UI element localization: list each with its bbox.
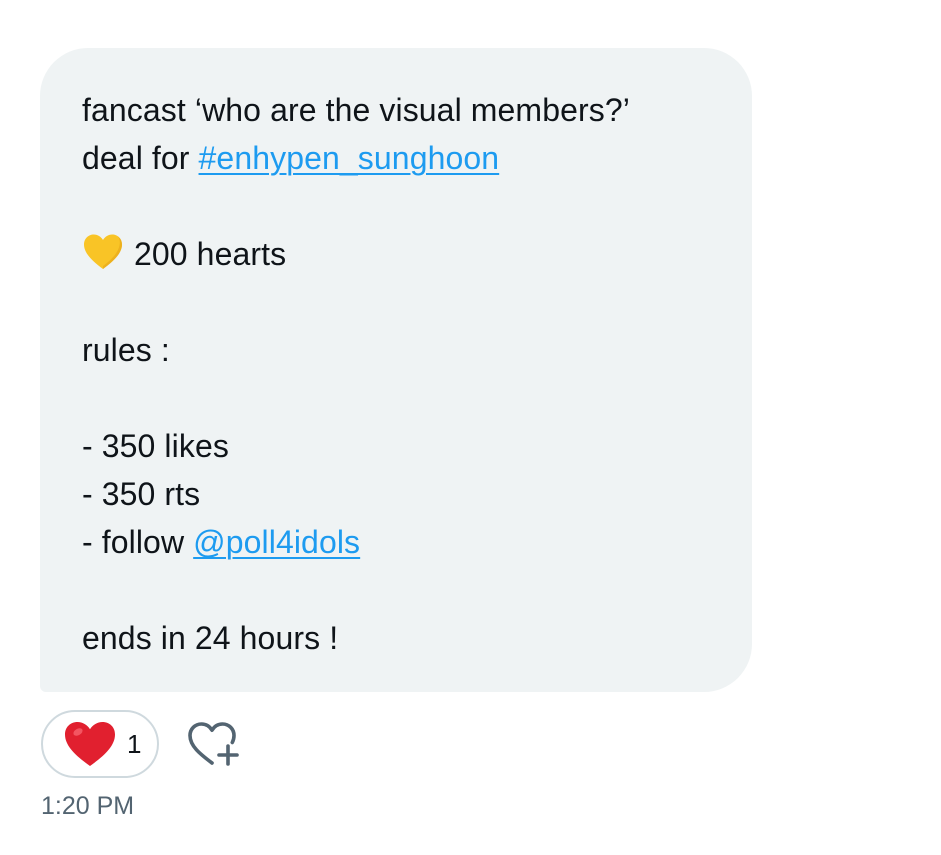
hashtag-link[interactable]: #enhypen_sunghoon (199, 140, 500, 176)
message-line-ending: ends in 24 hours ! (82, 620, 339, 656)
rule-likes: - 350 likes (82, 428, 229, 464)
mention-link[interactable]: @poll4idols (193, 524, 360, 560)
message-line-title: fancast ‘who are the visual members?’ (82, 92, 630, 128)
rules-label: rules : (82, 332, 170, 368)
reaction-red-heart-button[interactable]: 1 (41, 710, 159, 778)
rule-retweets: - 350 rts (82, 476, 201, 512)
follow-prefix: - follow (82, 524, 194, 560)
reward-text: 200 hearts (134, 236, 287, 272)
message-line-deal: deal for #enhypen_sunghoon (82, 134, 712, 182)
message-bubble[interactable]: fancast ‘who are the visual members?’ de… (40, 48, 752, 692)
message-line-reward: 200 hearts (82, 230, 712, 278)
reactions-bar: 1 (41, 710, 241, 778)
rule-follow: - follow @poll4idols (82, 518, 712, 566)
reaction-count: 1 (127, 728, 142, 759)
yellow-heart-icon (84, 234, 122, 269)
add-reaction-heart-plus-icon (188, 722, 239, 766)
red-heart-icon (65, 722, 115, 766)
deal-prefix: deal for (82, 140, 199, 176)
add-reaction-button[interactable] (185, 716, 241, 772)
message-timestamp: 1:20 PM (41, 792, 135, 820)
